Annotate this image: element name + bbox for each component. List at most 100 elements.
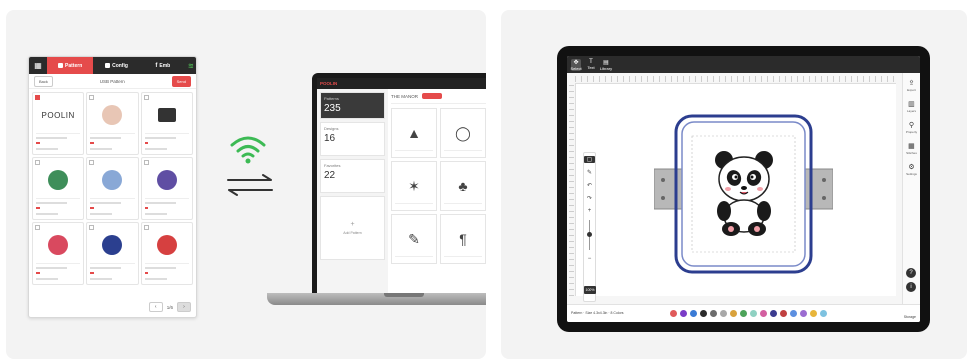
laptop-top-bar: POOLIN [317,78,486,89]
tab-emb[interactable]: f Emb [140,57,186,74]
pattern-card[interactable] [86,92,139,155]
deer-icon: ✶ [408,177,420,194]
pattern-checkbox[interactable] [143,95,149,100]
pattern-checkbox[interactable] [89,225,95,230]
add-pattern-area[interactable]: + Add Pattern [320,196,385,260]
pattern-checkbox[interactable] [35,95,40,100]
color-swatch[interactable] [670,310,677,317]
back-button[interactable]: Back [34,75,53,87]
right-tool-property[interactable]: ⚲ Property [906,121,917,134]
right-tool-settings[interactable]: ⚙ Settings [906,163,917,176]
pattern-card[interactable] [140,92,193,155]
zoom-level: 100% [584,286,596,294]
pattern-card[interactable] [86,222,139,285]
pattern-card[interactable] [86,157,139,220]
prev-page-button[interactable]: ‹ [148,302,163,312]
design-card[interactable]: ♣ [440,161,486,211]
color-swatch[interactable] [740,310,747,317]
next-page-button[interactable]: › [177,302,191,312]
info-button[interactable]: i [906,282,916,292]
color-swatch[interactable] [820,310,827,317]
laptop-base [267,293,486,305]
color-swatch[interactable] [780,310,787,317]
pattern-checkbox[interactable] [89,160,95,165]
layers-icon: ▥ [908,101,915,108]
laptop-app: POOLIN Patterns 235 Designs 16 Favorites 22 +… [317,78,486,293]
pattern-card[interactable] [32,157,85,220]
right-tool-stitches[interactable]: ▦ Stitches [906,142,917,155]
stat-card[interactable]: Designs 16 [320,122,385,156]
pattern-checkbox[interactable] [89,95,95,100]
pattern-thumbnail [41,166,75,194]
tab-config[interactable]: Config [93,57,139,74]
pattern-image [102,235,123,255]
zoom-out-icon[interactable]: − [588,256,592,262]
color-swatch[interactable] [810,310,817,317]
redo-icon[interactable]: ↷ [587,195,592,202]
design-caption [395,150,433,155]
pattern-thumbnail [95,166,129,194]
tab-pattern[interactable]: Pattern [47,57,94,74]
pattern-checkbox[interactable] [35,225,40,230]
design-card[interactable]: ◯ [440,108,486,158]
tool-label: Text [587,65,595,70]
pattern-image [48,170,69,190]
color-swatch[interactable] [710,310,717,317]
zoom-in-icon[interactable]: + [588,208,592,214]
color-swatch[interactable] [760,310,767,317]
pattern-image [156,235,177,255]
color-swatch[interactable] [790,310,797,317]
color-swatch[interactable] [720,310,727,317]
pattern-icon [58,63,64,68]
pattern-checkbox[interactable] [143,160,149,165]
embroidery-hoop[interactable] [653,112,834,276]
tool-text[interactable]: T Text [586,59,596,71]
tool-library[interactable]: ▤ Library [600,59,612,71]
design-card[interactable]: ¶ [440,214,486,264]
color-swatch[interactable] [730,310,737,317]
pattern-thumbnail [95,231,129,259]
status-text: Pattern · Size 4.3x4.3in · 8 Colors [571,311,624,315]
pattern-meta [90,133,135,151]
stat-card[interactable]: Patterns 235 [320,92,385,119]
pattern-meta [36,198,81,216]
right-tool-label: Stitches [906,151,917,155]
right-tool-layers[interactable]: ▥ Layers [907,100,916,113]
select-tool-icon[interactable]: ▢ [584,156,595,163]
config-icon [105,63,111,68]
design-card[interactable]: ✎ [391,214,437,264]
tool-select[interactable]: ✥ Select [570,58,582,71]
undo-icon[interactable]: ↶ [587,182,592,189]
storage-label[interactable]: Storage [904,315,916,319]
pattern-card[interactable]: POOLIN [32,92,85,155]
design-card[interactable]: ✶ [391,161,437,211]
tablet-status-bar: Pattern · Size 4.3x4.3in · 8 Colors Stor… [567,304,920,322]
laptop-sidebar: Patterns 235 Designs 16 Favorites 22 + Add Pa… [317,89,388,293]
pattern-checkbox[interactable] [143,225,149,230]
stat-value: 235 [324,103,341,114]
help-button[interactable]: ? [906,268,916,278]
pattern-card[interactable] [140,222,193,285]
zoom-handle[interactable] [587,232,592,237]
grid-menu-icon[interactable]: ▦ [29,57,47,74]
right-tool-export[interactable]: ⇪ Export [907,79,916,92]
laptop-badge[interactable] [422,93,442,99]
color-swatch[interactable] [800,310,807,317]
color-swatch[interactable] [770,310,777,317]
laptop-screen: POOLIN Patterns 235 Designs 16 Favorites 22 +… [312,73,486,293]
color-swatch[interactable] [690,310,697,317]
pattern-checkbox[interactable] [35,160,40,165]
design-card[interactable]: ▲ [391,108,437,158]
send-button[interactable]: Send [171,75,191,87]
color-palette [670,310,827,317]
pattern-card[interactable] [140,157,193,220]
right-clamp [804,168,834,210]
color-swatch[interactable] [700,310,707,317]
right-tool-label: Property [905,130,918,134]
stat-card[interactable]: Favorites 22 [320,159,385,193]
zoom-slider[interactable] [587,220,592,250]
color-swatch[interactable] [750,310,757,317]
pattern-card[interactable] [32,222,85,285]
color-swatch[interactable] [680,310,687,317]
pen-tool-icon[interactable]: ✎ [587,169,592,176]
